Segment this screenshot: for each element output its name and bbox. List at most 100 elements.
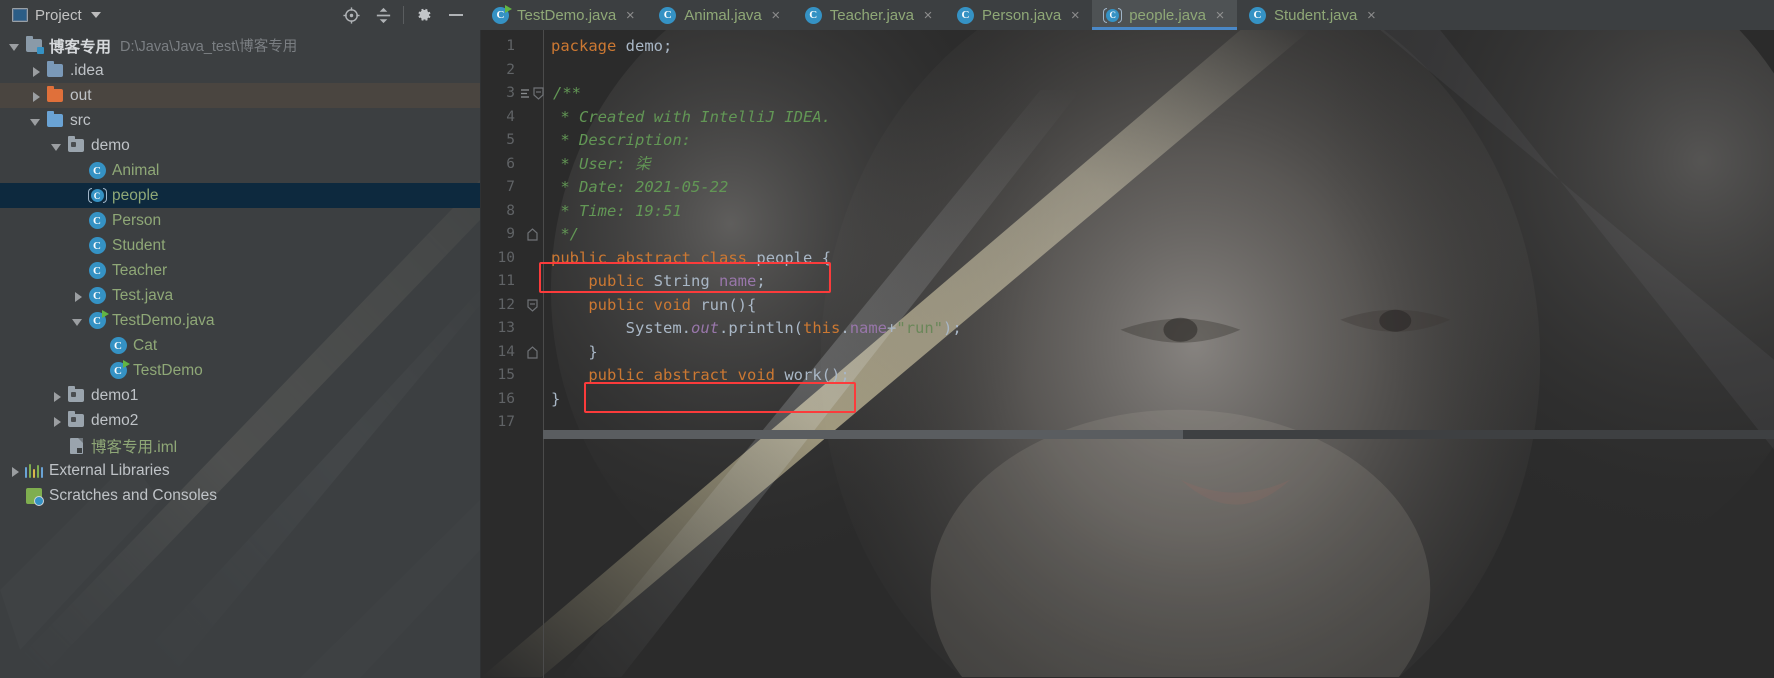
close-icon[interactable]: ×: [1069, 8, 1081, 23]
collapse-all-button[interactable]: [367, 2, 399, 28]
tree-node-out[interactable]: out: [0, 83, 480, 108]
code-line-text[interactable]: * Created with IntelliJ IDEA.: [543, 106, 1774, 130]
code-token: void: [737, 366, 775, 384]
editor-horizontal-scrollbar[interactable]: [543, 430, 1774, 439]
libraries-icon: [24, 463, 44, 478]
chevron-right-icon[interactable]: [29, 64, 43, 78]
java-class-icon: C: [88, 212, 106, 229]
tree-node-Test-java[interactable]: C Test.java: [0, 283, 480, 308]
scratches-icon: [26, 487, 44, 506]
chevron-right-icon[interactable]: [50, 414, 64, 428]
tree-node-people[interactable]: Cpeople: [0, 183, 480, 208]
editor-tab-testdemo-java[interactable]: C TestDemo.java ×: [480, 0, 648, 30]
code-line: 2: [481, 59, 1774, 83]
tree-node-Person[interactable]: C Person: [0, 208, 480, 233]
editor-tab-person-java[interactable]: C Person.java ×: [945, 0, 1093, 30]
settings-button[interactable]: [408, 2, 440, 28]
code-token: people: [756, 248, 813, 267]
tree-node-label: Person: [112, 211, 162, 229]
project-tree-panel[interactable]: 博客专用 D:\Java\Java_test\博客专用 .idea out src dem…: [0, 30, 481, 678]
scrollbar-thumb[interactable]: [543, 430, 1184, 439]
code-editor[interactable]: 1 package demo; 2 3 /** 4 * Created with Inte…: [481, 30, 1774, 678]
editor-tab-animal-java[interactable]: C Animal.java ×: [647, 0, 793, 30]
editor-tab-people-java[interactable]: Cpeople.java ×: [1092, 0, 1237, 30]
editor-tab-teacher-java[interactable]: C Teacher.java ×: [792, 0, 945, 30]
code-line-text[interactable]: * Description:: [543, 129, 1774, 153]
code-line-text[interactable]: }: [543, 388, 1774, 412]
code-line-text[interactable]: */: [543, 223, 1774, 247]
code-token: work: [784, 366, 822, 384]
editor-tab-label: Student.java: [1273, 6, 1358, 24]
code-line-text[interactable]: /**: [545, 82, 1774, 106]
ide-window: Project C TestDemo.java × C Animal.java …: [0, 0, 1774, 678]
tree-node-博客专用-iml[interactable]: 博客专用.iml: [0, 433, 480, 458]
tree-node-博客专用[interactable]: 博客专用 D:\Java\Java_test\博客专用: [0, 33, 480, 58]
close-icon[interactable]: ×: [922, 8, 934, 23]
package-icon: [67, 386, 85, 405]
java-class-icon: C: [88, 262, 106, 280]
tree-node-Student[interactable]: C Student: [0, 233, 480, 258]
close-icon[interactable]: ×: [624, 8, 636, 23]
chevron-right-icon[interactable]: [29, 89, 43, 103]
code-line-text[interactable]: public abstract void work();: [543, 364, 1774, 388]
chevron-right-icon[interactable]: [50, 389, 64, 403]
code-line-text[interactable]: public void run(){: [543, 294, 1774, 318]
editor-tab-student-java[interactable]: C Student.java ×: [1236, 0, 1389, 30]
tree-node-TestDemo[interactable]: C TestDemo: [0, 358, 480, 383]
tree-node-src[interactable]: src: [0, 108, 480, 133]
chevron-down-icon[interactable]: [71, 314, 85, 328]
tree-node-label: demo: [91, 136, 130, 154]
chevron-down-icon[interactable]: [8, 39, 22, 53]
code-token: }: [551, 389, 561, 408]
code-line-text[interactable]: public abstract class people {: [543, 247, 1774, 271]
folder-out-icon: [46, 86, 64, 105]
project-tool-window-title[interactable]: Project: [12, 7, 101, 24]
chevron-down-icon[interactable]: [50, 139, 64, 153]
code-line-text[interactable]: * User: 柒: [543, 153, 1774, 177]
code-token: (){: [728, 295, 757, 314]
code-line-text[interactable]: }: [543, 341, 1774, 365]
fold-end-icon[interactable]: [521, 345, 543, 359]
code-line-text[interactable]: package demo;: [543, 35, 1774, 59]
line-number: 17: [497, 414, 515, 430]
fold-end-icon[interactable]: [521, 228, 543, 241]
fold-collapse-icon[interactable]: [521, 299, 543, 312]
tree-node-label: Teacher: [112, 261, 168, 279]
chevron-right-icon[interactable]: [8, 464, 22, 478]
chevron-down-icon[interactable]: [29, 114, 43, 128]
tree-node-Scratches-and-Consoles[interactable]: Scratches and Consoles: [0, 483, 480, 508]
line-number: 12: [497, 296, 515, 313]
select-opened-file-button[interactable]: [335, 2, 367, 28]
code-token: System: [625, 319, 682, 337]
code-line-text[interactable]: * Date: 2021-05-22: [543, 176, 1774, 200]
close-icon[interactable]: ×: [1214, 8, 1226, 23]
code-line-text[interactable]: public String name;: [543, 270, 1774, 294]
code-content[interactable]: 1 package demo; 2 3 /** 4 * Created with Inte…: [481, 30, 1774, 435]
code-line: 5 * Description:: [481, 129, 1774, 153]
tree-node-demo1[interactable]: demo1: [0, 383, 480, 408]
tree-node-Teacher[interactable]: C Teacher: [0, 258, 480, 283]
tree-node-demo2[interactable]: demo2: [0, 408, 480, 433]
tree-node-demo[interactable]: demo: [0, 133, 480, 158]
hide-tool-window-button[interactable]: [440, 2, 472, 28]
close-icon[interactable]: ×: [770, 8, 782, 23]
tree-node-Animal[interactable]: C Animal: [0, 158, 480, 183]
tree-node-Cat[interactable]: C Cat: [0, 333, 480, 358]
code-line-text[interactable]: * Time: 19:51: [543, 200, 1774, 224]
fold-collapse-icon[interactable]: [521, 87, 545, 101]
line-number: 1: [506, 38, 515, 54]
code-token: * Created with IntelliJ IDEA.: [551, 107, 831, 126]
code-token: * Date: 2021-05-22: [551, 178, 729, 196]
code-token: +: [887, 319, 897, 337]
code-line-text[interactable]: System.out.println(this.name+"run");: [543, 317, 1774, 341]
tree-node-TestDemo-java[interactable]: C TestDemo.java: [0, 308, 480, 333]
close-icon[interactable]: ×: [1365, 8, 1377, 23]
tree-node--idea[interactable]: .idea: [0, 58, 480, 83]
chevron-down-icon[interactable]: [90, 12, 101, 18]
chevron-right-icon[interactable]: [71, 289, 85, 303]
tree-node-External-Libraries[interactable]: External Libraries: [0, 458, 480, 483]
